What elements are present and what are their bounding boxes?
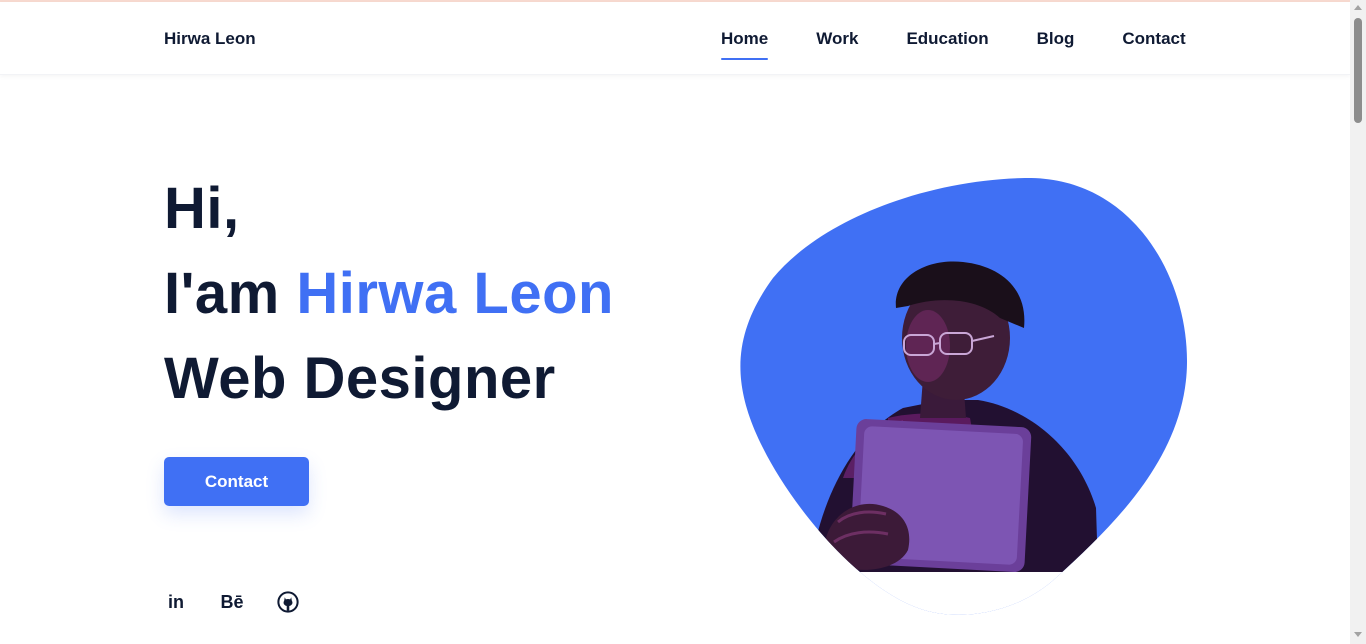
github-icon[interactable] (276, 590, 300, 614)
nav-item-contact[interactable]: Contact (1122, 29, 1185, 49)
contact-button[interactable]: Contact (164, 457, 309, 506)
main-nav: Home Work Education Blog Contact (721, 29, 1186, 60)
nav-item-home[interactable]: Home (721, 29, 769, 60)
page-scrollbar[interactable] (1350, 0, 1366, 644)
nav-item-blog[interactable]: Blog (1037, 29, 1075, 49)
social-links: in Bē (164, 590, 300, 614)
hero-intro: I'am Hirwa Leon (164, 265, 614, 323)
linkedin-glyph: in (168, 592, 184, 612)
scroll-thumb[interactable] (1354, 18, 1362, 123)
nav-item-work[interactable]: Work (816, 29, 858, 49)
github-glyph (277, 591, 299, 613)
nav-item-education[interactable]: Education (906, 29, 988, 49)
hero-name-highlight: Hirwa Leon (296, 261, 614, 326)
site-header: Hirwa Leon Home Work Education Blog Cont… (0, 2, 1350, 75)
hero-intro-prefix: I'am (164, 261, 297, 326)
hero-greeting: Hi, (164, 176, 240, 241)
portrait-photo-icon (740, 177, 1188, 615)
linkedin-icon[interactable]: in (164, 590, 188, 614)
hero-portrait-image (738, 177, 1188, 618)
behance-icon[interactable]: Bē (220, 590, 244, 614)
brand-logo-text[interactable]: Hirwa Leon (164, 29, 256, 49)
behance-glyph: Bē (220, 592, 244, 612)
scroll-down-arrow-icon[interactable] (1354, 632, 1362, 637)
scroll-up-arrow-icon[interactable] (1354, 5, 1362, 10)
hero-role: Web Designer (164, 346, 556, 411)
